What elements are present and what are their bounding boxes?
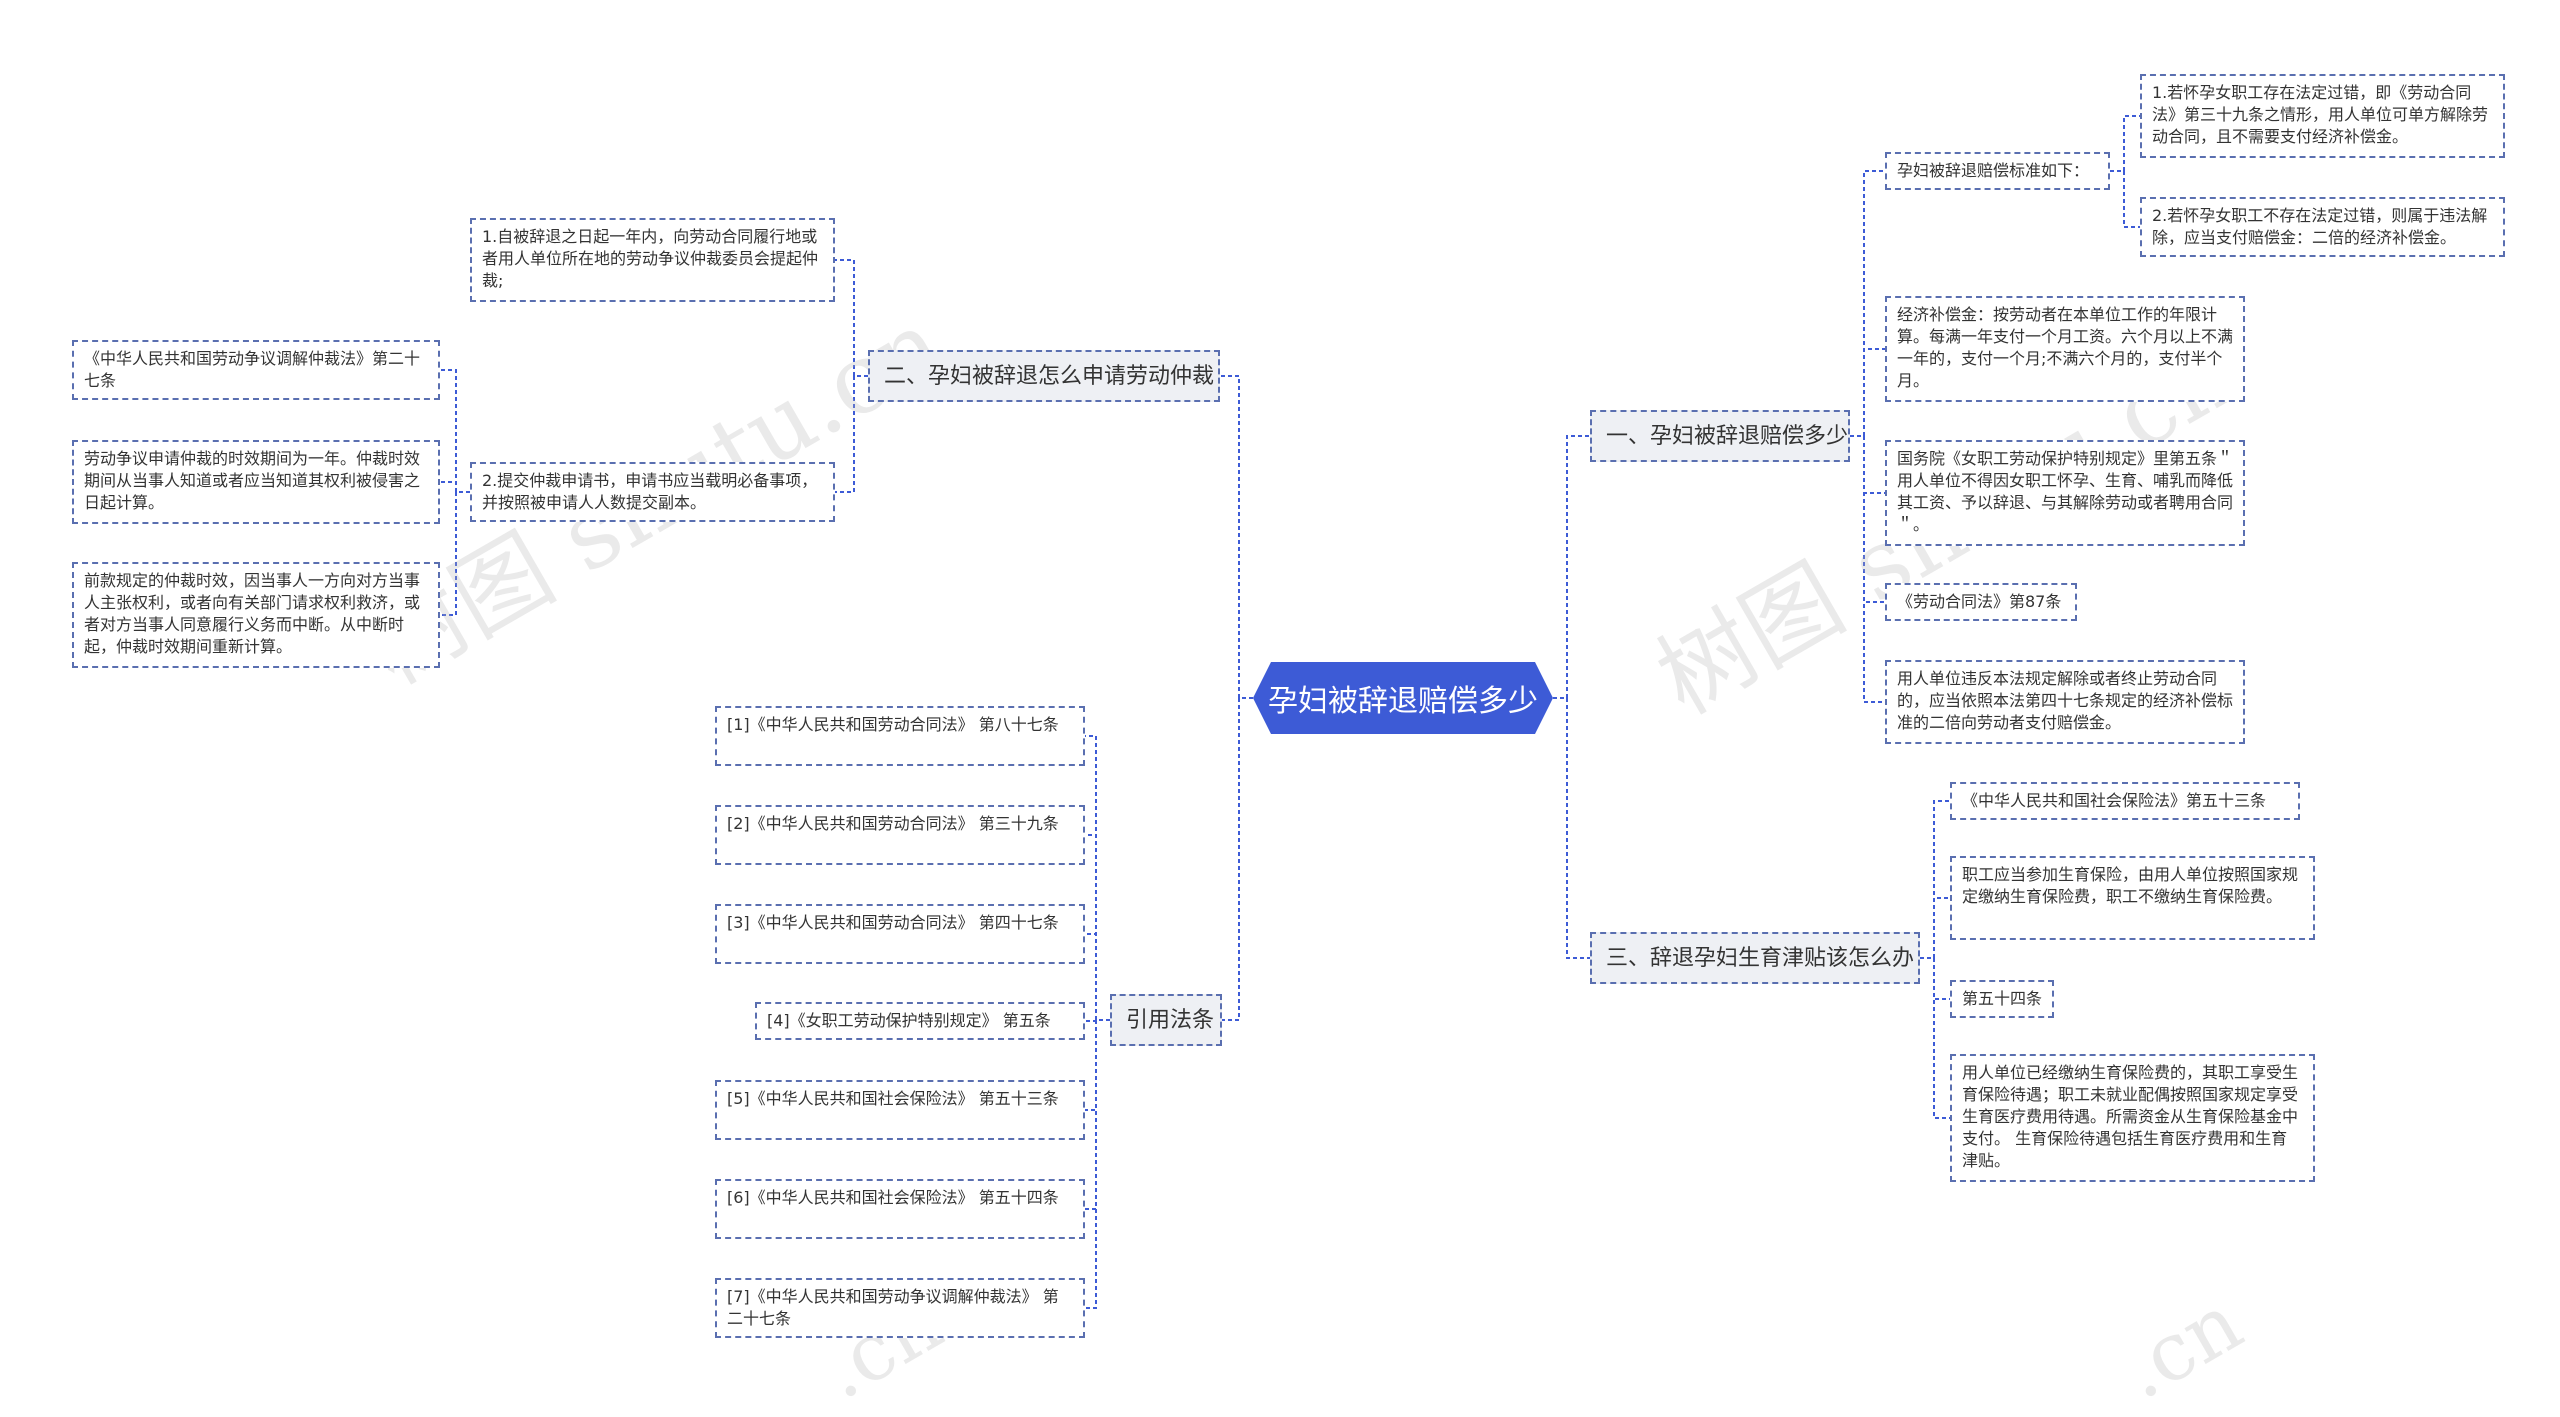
connector [1553,435,1590,699]
connector [2110,170,2140,228]
connector [835,375,868,493]
ref-item[interactable]: [2]《中华人民共和国劳动合同法》 第三十九条 [715,805,1085,865]
connector [1220,375,1253,699]
connector [1920,897,1950,959]
connector [1850,348,1885,437]
ref-item[interactable]: [5]《中华人民共和国社会保险法》 第五十三条 [715,1080,1085,1140]
connector [1920,957,1950,1119]
branch-maternity-allowance[interactable]: 三、辞退孕妇生育津贴该怎么办 [1590,932,1920,984]
compensation-standard[interactable]: 孕妇被辞退赔偿标准如下： [1885,152,2110,190]
art87-text[interactable]: 用人单位违反本法规定解除或者终止劳动合同的，应当依照本法第四十七条规定的经济补偿… [1885,660,2245,744]
standard-item-2[interactable]: 2.若怀孕女职工不存在法定过错，则属于违法解除，应当支付赔偿金：二倍的经济补偿金… [2140,197,2505,257]
connector [1085,834,1110,1021]
branch-cited-laws[interactable]: 引用法条 [1110,994,1222,1046]
connector [1553,697,1590,959]
standard-item-1[interactable]: 1.若怀孕女职工存在法定过错，即《劳动合同法》第三十九条之情形，用人单位可单方解… [2140,74,2505,158]
arbitration-step-2[interactable]: 2.提交仲裁申请书，申请书应当载明必备事项，并按照被申请人人数提交副本。 [470,462,835,522]
art54-label[interactable]: 第五十四条 [1950,980,2054,1018]
connector [1850,435,1885,703]
connector [440,491,470,616]
connector [2110,115,2140,172]
connector [440,369,470,493]
state-council-rule[interactable]: 国务院《女职工劳动保护特别规定》里第五条＂用人单位不得因女职工怀孕、生育、哺乳而… [1885,440,2245,546]
ref-item[interactable]: [1]《中华人民共和国劳动合同法》 第八十七条 [715,706,1085,766]
ref-item[interactable]: [3]《中华人民共和国劳动合同法》 第四十七条 [715,904,1085,964]
connector [440,481,470,493]
arbitration-step-1[interactable]: 1.自被辞退之日起一年内，向劳动合同履行地或者用人单位所在地的劳动争议仲裁委员会… [470,218,835,302]
arbitration-law-art27[interactable]: 《中华人民共和国劳动争议调解仲裁法》第二十七条 [72,340,440,400]
ref-item[interactable]: [7]《中华人民共和国劳动争议调解仲裁法》 第二十七条 [715,1278,1085,1338]
mindmap-canvas: 树图 shutu.cn 树图 shutu.cn .cn .cn 孕妇被辞退赔偿多… [0,0,2560,1417]
connector [1850,435,1885,494]
art54-text[interactable]: 用人单位已经缴纳生育保险费的，其职工享受生育保险待遇；职工未就业配偶按照国家规定… [1950,1054,2315,1182]
economic-compensation[interactable]: 经济补偿金：按劳动者在本单位工作的年限计算。每满一年支付一个月工资。六个月以上不… [1885,296,2245,402]
connector [1085,1019,1110,1210]
connector [1222,697,1253,1021]
ref-item[interactable]: [6]《中华人民共和国社会保险法》 第五十四条 [715,1179,1085,1239]
connector [1085,1019,1110,1309]
connector [1920,957,1950,1000]
ref-item[interactable]: [4]《女职工劳动保护特别规定》 第五条 [755,1002,1085,1040]
connector [1085,1019,1110,1111]
connector [1850,170,1885,437]
connector [1850,435,1885,603]
branch-arbitration[interactable]: 二、孕妇被辞退怎么申请劳动仲裁 [868,350,1220,402]
labor-contract-law-art87[interactable]: 《劳动合同法》第87条 [1885,583,2077,621]
connector [1085,933,1110,1021]
art53-text[interactable]: 职工应当参加生育保险，由用人单位按照国家规定缴纳生育保险费，职工不缴纳生育保险费… [1950,856,2315,940]
arbitration-time-limit[interactable]: 劳动争议申请仲裁的时效期间为一年。仲裁时效期间从当事人知道或者应当知道其权利被侵… [72,440,440,524]
social-insurance-law-art53[interactable]: 《中华人民共和国社会保险法》第五十三条 [1950,782,2300,820]
connector [1085,735,1110,1021]
branch-compensation[interactable]: 一、孕妇被辞退赔偿多少 [1590,410,1850,462]
arbitration-interruption[interactable]: 前款规定的仲裁时效，因当事人一方向对方当事人主张权利，或者向有关部门请求权利救济… [72,562,440,668]
connector [835,259,868,377]
root-node[interactable]: 孕妇被辞退赔偿多少 [1253,662,1553,734]
